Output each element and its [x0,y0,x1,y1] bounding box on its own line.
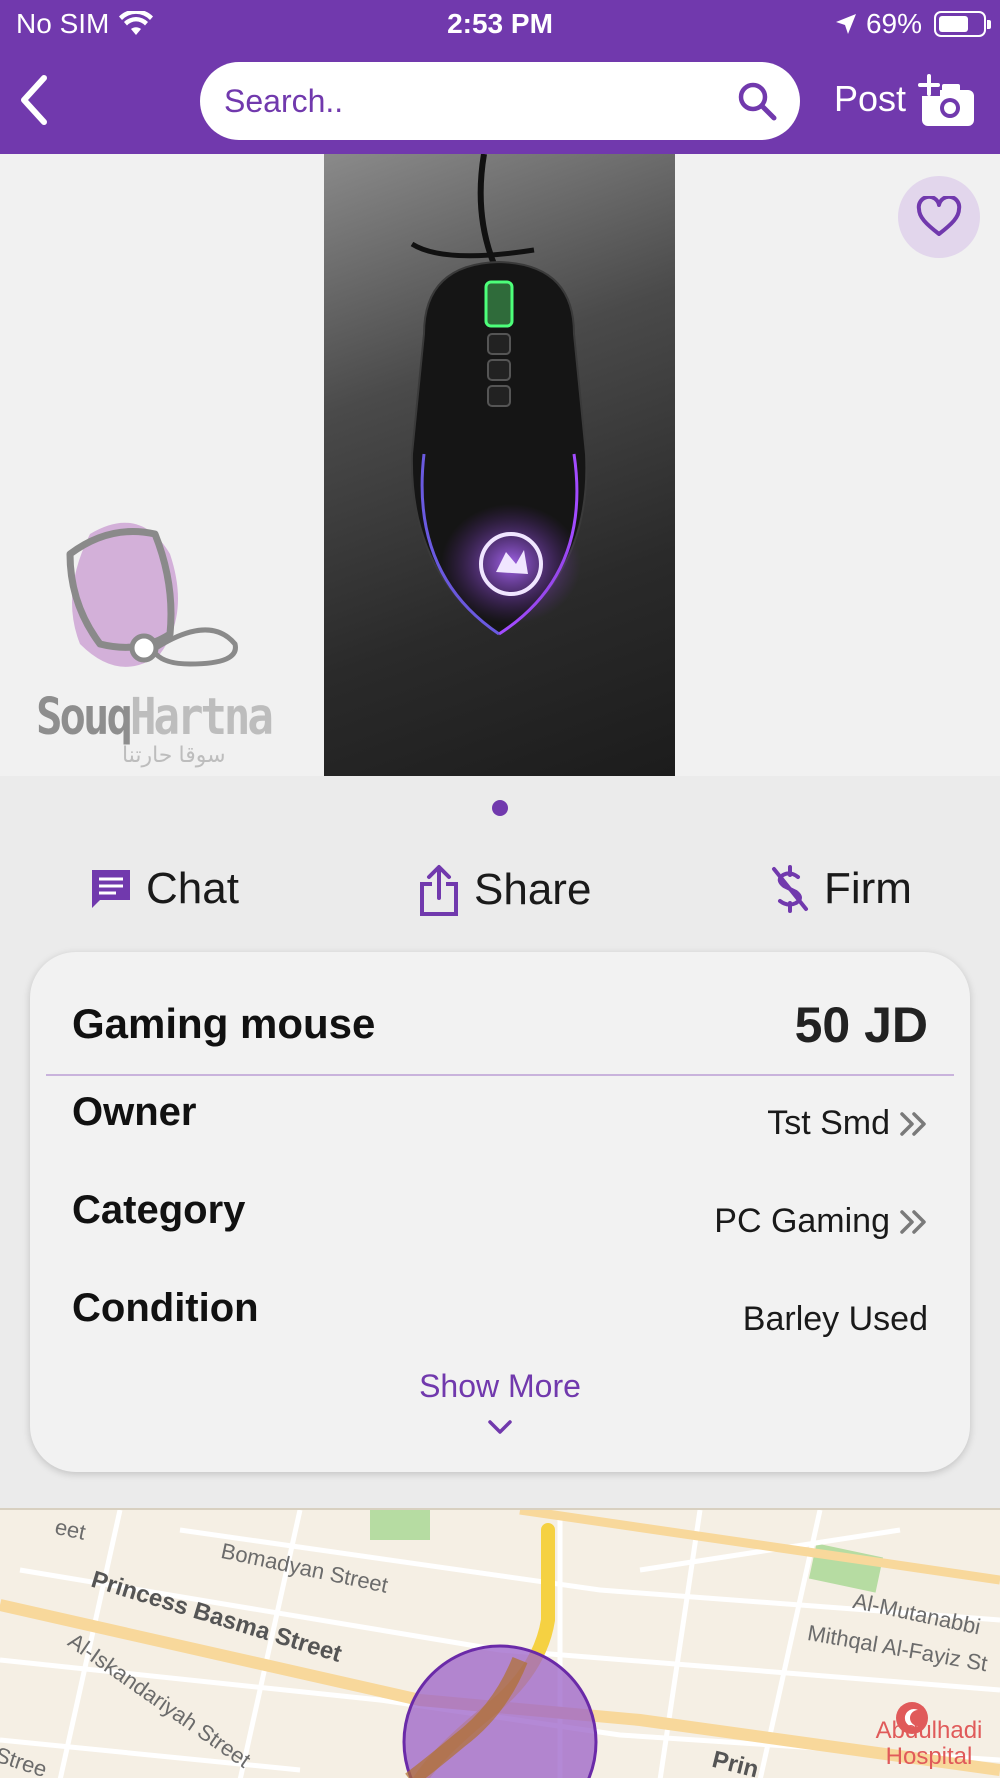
owner-name: Tst Smd [767,1104,890,1142]
listing-photo-gallery[interactable]: SouqHartna سوقا حارتنا [0,154,1000,776]
title-divider [46,1074,954,1076]
owner-link[interactable]: Tst Smd [767,1104,928,1143]
location-arrow-icon [835,14,856,34]
listing-price: 50 JD [794,997,928,1053]
chevron-left-icon [21,75,47,125]
chat-button[interactable]: Chat [90,864,239,914]
listing-photo[interactable] [324,154,675,776]
post-button-label[interactable]: Post [834,78,906,120]
category-name: PC Gaming [714,1202,890,1240]
battery-percent: 69% [865,8,922,39]
battery-icon [934,11,991,37]
share-icon [420,865,458,916]
double-chevron-right-icon [900,1209,926,1234]
category-label: Category [72,1188,246,1232]
back-button[interactable] [14,72,64,132]
listing-details-card: Gaming mouse 50 JD Owner Tst Smd Categor… [30,952,970,1472]
status-right: 69% [834,8,991,40]
condition-label: Condition [72,1286,259,1330]
category-link[interactable]: PC Gaming [714,1202,928,1241]
share-button[interactable]: Share [418,864,591,916]
chat-label: Chat [146,864,239,913]
gallery-page-indicator[interactable] [492,800,508,816]
souqhartna-watermark-logo: SouqHartna سوقا حارتنا [30,514,274,774]
logo-arabic-text: سوقا حارتنا [122,742,226,767]
condition-value: Barley Used [742,1300,928,1338]
search-bar[interactable] [200,62,800,140]
search-input[interactable] [224,62,704,140]
firm-price-indicator: Firm [770,864,912,914]
gaming-mouse-image [410,154,588,636]
search-icon[interactable] [736,80,778,122]
listing-title: Gaming mouse [72,1000,376,1047]
action-bar: Chat Share Firm [0,856,1000,928]
favorite-button[interactable] [898,176,980,258]
location-map[interactable]: eet Bomadyan Street Princess Basma Stree… [0,1508,1000,1778]
map-poi-hospital[interactable]: Abdulhadi Hospital [858,1718,1000,1770]
status-bar: No SIM 2:53 PM 69% [0,0,1000,50]
firm-label: Firm [824,864,912,913]
add-photo-camera-icon[interactable] [918,74,976,128]
double-chevron-right-icon [900,1111,926,1136]
heart-icon [916,196,962,236]
share-label: Share [474,865,592,914]
logo-wordmark: SouqHartna [36,688,274,747]
battery-fill [939,16,968,32]
no-negotiation-dollar-icon [772,865,808,913]
logo-bag-icon [66,522,238,667]
show-more-button[interactable]: Show More [30,1368,970,1405]
chat-bubble-icon [92,870,130,908]
app-header: No SIM 2:53 PM 69% Pos [0,0,1000,154]
chevron-down-icon[interactable] [484,1418,516,1438]
owner-label: Owner [72,1090,197,1134]
